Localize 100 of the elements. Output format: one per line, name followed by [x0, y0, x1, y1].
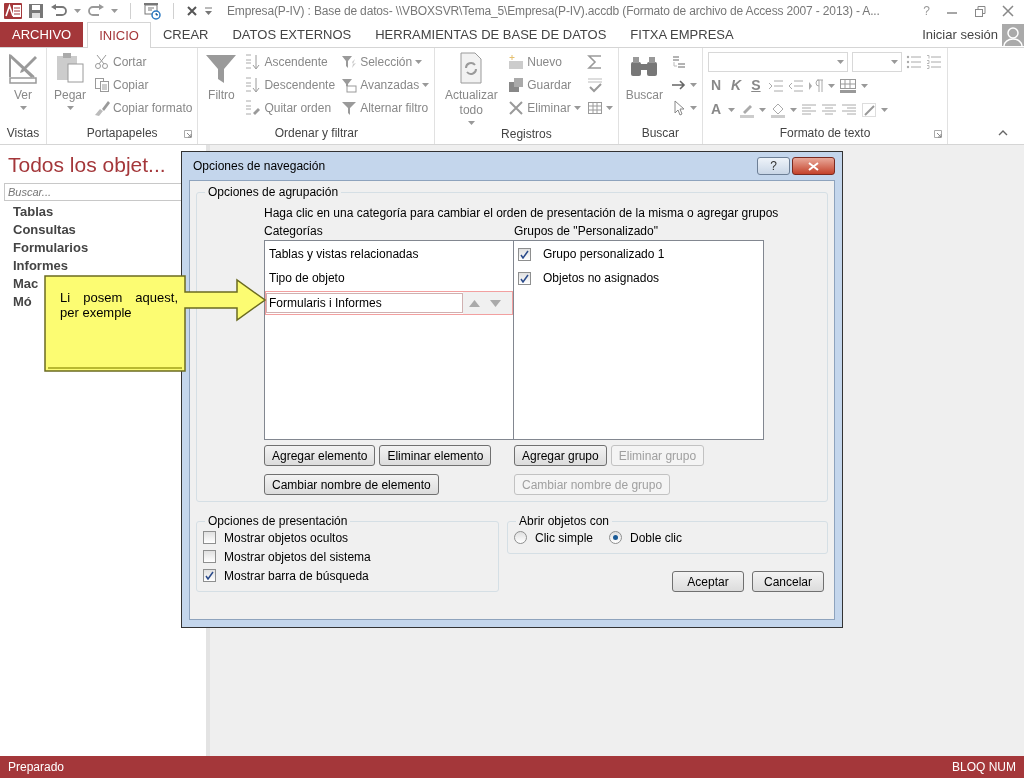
- move-down-icon[interactable]: [490, 299, 501, 307]
- ribbon-button[interactable]: Cortar: [94, 52, 193, 72]
- paragraph-direction-icon[interactable]: [807, 77, 824, 94]
- ribbon-button[interactable]: Guardar: [508, 75, 581, 95]
- fill-bucket-icon[interactable]: [770, 101, 787, 118]
- ribbon-button[interactable]: Ver: [5, 52, 41, 124]
- bullet-list-icon[interactable]: [906, 54, 922, 70]
- ribbon-tab[interactable]: HERRAMIENTAS DE BASE DE DATOS: [363, 22, 619, 47]
- caret-icon[interactable]: [790, 107, 798, 112]
- checkbox-label[interactable]: Mostrar barra de búsqueda: [224, 566, 369, 585]
- caret-icon[interactable]: [860, 83, 868, 88]
- ribbon-button[interactable]: Eliminar: [508, 98, 581, 118]
- dialog-launcher-icon[interactable]: [184, 130, 193, 138]
- dialog-button[interactable]: Agregar elemento: [264, 445, 376, 466]
- screen-clock-icon[interactable]: [143, 2, 161, 20]
- collapse-ribbon-icon[interactable]: [998, 130, 1008, 136]
- size-combo[interactable]: [852, 52, 902, 72]
- pane-category[interactable]: Consultas: [0, 220, 76, 239]
- underline-button[interactable]: S: [748, 75, 764, 96]
- dialog-button[interactable]: Agregar grupo: [514, 445, 607, 466]
- checkbox-label[interactable]: Mostrar objetos ocultos: [224, 528, 349, 547]
- align-center-icon[interactable]: [821, 101, 838, 118]
- ribbon-button[interactable]: Avanzadas: [341, 75, 430, 95]
- move-up-icon[interactable]: [469, 299, 480, 307]
- font-color-button[interactable]: A: [708, 99, 725, 120]
- checkbox-label[interactable]: Mostrar objetos del sistema: [224, 547, 371, 566]
- ribbon-tab[interactable]: INICIO: [87, 22, 151, 48]
- checkbox[interactable]: [203, 550, 216, 563]
- close-icon[interactable]: [1002, 5, 1014, 17]
- caret-icon[interactable]: [415, 60, 423, 64]
- caret-icon[interactable]: [827, 83, 835, 88]
- gridlines-icon[interactable]: [838, 77, 857, 94]
- avatar-icon[interactable]: [1002, 23, 1024, 46]
- pane-category[interactable]: Formularios: [0, 238, 89, 257]
- caret-icon[interactable]: [19, 106, 27, 110]
- pane-category[interactable]: Tablas: [0, 202, 54, 221]
- undo-icon[interactable]: [50, 4, 68, 18]
- radio-button[interactable]: [514, 531, 527, 544]
- pane-category[interactable]: Informes: [0, 256, 68, 275]
- ribbon-tab[interactable]: CREAR: [150, 22, 221, 47]
- decrease-indent-icon[interactable]: [787, 77, 804, 94]
- ribbon-button[interactable]: Actualizar todo: [440, 52, 503, 125]
- checkbox[interactable]: [203, 531, 216, 544]
- font-combo[interactable]: [708, 52, 848, 72]
- category-item[interactable]: Tipo de objeto: [265, 266, 513, 290]
- numbered-list-icon[interactable]: [926, 54, 942, 70]
- ribbon-button[interactable]: Quitar orden: [245, 98, 336, 118]
- caret-icon[interactable]: [467, 121, 475, 125]
- ribbon-button[interactable]: Ascendente: [245, 52, 336, 72]
- category-item[interactable]: Tablas y vistas relacionadas: [265, 242, 513, 266]
- ribbon-button[interactable]: Alternar filtro: [341, 98, 430, 118]
- pane-category[interactable]: Mó: [0, 292, 32, 311]
- caret-icon[interactable]: [111, 9, 118, 13]
- ribbon-button[interactable]: Filtro: [203, 52, 240, 124]
- help-button[interactable]: ?: [757, 157, 790, 175]
- caret-icon[interactable]: [759, 107, 767, 112]
- alternate-row-color-icon[interactable]: [861, 101, 878, 118]
- bold-button[interactable]: N: [708, 75, 725, 96]
- dialog-button[interactable]: Cancelar: [752, 571, 824, 592]
- ribbon-button[interactable]: Descendente: [245, 75, 336, 95]
- ribbon-tab[interactable]: DATOS EXTERNOS: [220, 22, 364, 47]
- sign-in-link[interactable]: Iniciar sesión: [922, 24, 998, 45]
- caret-icon[interactable]: [66, 106, 74, 110]
- ribbon-button[interactable]: Pegar: [52, 52, 89, 124]
- ribbon-button[interactable]: Buscar: [623, 52, 665, 124]
- align-right-icon[interactable]: [841, 101, 858, 118]
- dialog-button[interactable]: Eliminar elemento: [379, 445, 492, 466]
- dialog-button[interactable]: Aceptar: [672, 571, 744, 592]
- radio-label[interactable]: Doble clic: [630, 528, 683, 547]
- cross-icon[interactable]: [186, 5, 198, 17]
- increase-indent-icon[interactable]: [767, 77, 784, 94]
- dialog-launcher-icon[interactable]: [934, 130, 942, 138]
- caret-icon[interactable]: [422, 83, 430, 87]
- ribbon-button[interactable]: [671, 98, 697, 118]
- align-left-icon[interactable]: [801, 101, 818, 118]
- checkbox[interactable]: [203, 569, 216, 582]
- redo-icon[interactable]: [87, 4, 105, 18]
- caret-icon[interactable]: [690, 83, 697, 87]
- close-button[interactable]: [792, 157, 835, 175]
- file-tab[interactable]: ARCHIVO: [0, 22, 84, 47]
- caret-icon[interactable]: [891, 60, 898, 64]
- ribbon-button[interactable]: Copiar: [94, 75, 193, 95]
- caret-icon[interactable]: [74, 9, 81, 13]
- pane-category[interactable]: Mac: [0, 274, 39, 293]
- restore-icon[interactable]: [974, 5, 986, 17]
- save-icon[interactable]: [28, 3, 44, 19]
- caret-icon[interactable]: [837, 60, 844, 64]
- italic-button[interactable]: K: [728, 75, 745, 96]
- category-row[interactable]: Formularis i Informes: [265, 291, 513, 315]
- caret-icon[interactable]: [728, 107, 736, 112]
- category-name-field[interactable]: Formularis i Informes: [266, 293, 463, 313]
- caret-icon[interactable]: [690, 106, 697, 110]
- radio-button[interactable]: [609, 531, 622, 544]
- ribbon-button[interactable]: Nuevo: [508, 52, 581, 72]
- radio-label[interactable]: Clic simple: [535, 528, 593, 547]
- caret-icon[interactable]: [573, 106, 581, 110]
- ribbon-button[interactable]: Selección: [341, 52, 430, 72]
- caret-icon[interactable]: [881, 107, 889, 112]
- checkbox[interactable]: [518, 271, 531, 285]
- pane-title[interactable]: Todos los objet...: [8, 149, 166, 181]
